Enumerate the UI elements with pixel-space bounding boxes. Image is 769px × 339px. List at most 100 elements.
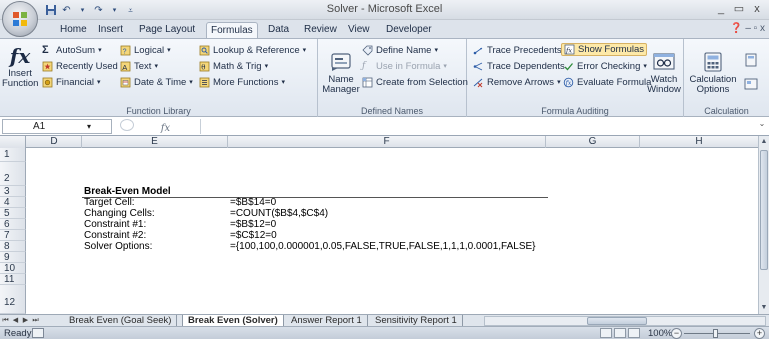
- name-box[interactable]: A1 ▾: [2, 119, 112, 134]
- autosum-label: AutoSum: [56, 45, 96, 56]
- horizontal-scrollbar[interactable]: [484, 316, 766, 326]
- watch-window-button[interactable]: Watch Window: [645, 51, 683, 95]
- remove-arrows-button[interactable]: Remove Arrows ▾: [473, 76, 561, 89]
- label-cell-changing[interactable]: Changing Cells:: [84, 208, 155, 219]
- label-cell-solver-options[interactable]: Solver Options:: [84, 241, 152, 252]
- error-checking-button[interactable]: Error Checking ▾: [563, 60, 647, 73]
- tab-formulas[interactable]: Formulas: [206, 22, 258, 38]
- chevron-down-icon: ▾: [167, 47, 171, 54]
- vertical-scrollbar[interactable]: ▲ ▼: [758, 136, 769, 314]
- logical-button[interactable]: ? Logical ▾: [120, 44, 171, 57]
- row-header-12[interactable]: 12: [0, 285, 26, 314]
- row-header-3[interactable]: 3: [0, 186, 26, 197]
- worksheet-grid[interactable]: D E F G H 1 2 3 4 5 6 7 8 9 10 11 12 Bre…: [0, 136, 758, 314]
- column-header-h[interactable]: H: [640, 136, 758, 148]
- name-manager-button[interactable]: Name Manager: [322, 51, 360, 95]
- trace-precedents-button[interactable]: Trace Precedents: [473, 44, 562, 57]
- row-header-8[interactable]: 8: [0, 241, 26, 252]
- model-title-cell[interactable]: Break-Even Model: [84, 186, 171, 197]
- close-button[interactable]: x: [748, 2, 766, 16]
- maximize-button[interactable]: ▭: [730, 2, 748, 16]
- tab-view[interactable]: View: [344, 22, 374, 38]
- calculation-options-button[interactable]: Calculation Options: [688, 51, 738, 95]
- use-in-formula-label: Use in Formula: [376, 61, 441, 72]
- row-header-5[interactable]: 5: [0, 208, 26, 219]
- zoom-slider-thumb[interactable]: [713, 329, 718, 338]
- tab-developer[interactable]: Developer: [382, 22, 436, 38]
- math-trig-button[interactable]: θ Math & Trig ▾: [199, 60, 268, 73]
- tab-home[interactable]: Home: [56, 22, 91, 38]
- define-name-button[interactable]: Define Name ▾: [362, 44, 438, 57]
- lookup-reference-button[interactable]: Lookup & Reference ▾: [199, 44, 306, 57]
- formula-cell-constraint-2[interactable]: =$C$12=0: [230, 230, 277, 241]
- page-break-preview-icon[interactable]: [628, 328, 640, 338]
- page-layout-view-icon[interactable]: [614, 328, 626, 338]
- date-time-button[interactable]: Date & Time ▾: [120, 76, 193, 89]
- zoom-in-button[interactable]: +: [754, 328, 765, 339]
- recently-used-button[interactable]: Recently Used ▾: [42, 60, 124, 73]
- tab-review[interactable]: Review: [300, 22, 341, 38]
- horizontal-scroll-thumb[interactable]: [587, 317, 647, 325]
- create-from-selection-label: Create from Selection: [376, 77, 468, 88]
- use-in-formula-button[interactable]: ƒ Use in Formula ▾: [362, 60, 447, 73]
- formula-cell-target[interactable]: =$B$14=0: [230, 197, 276, 208]
- office-button[interactable]: [2, 1, 38, 37]
- formula-auditing-group-label: Formula Auditing: [541, 106, 609, 116]
- zoom-level[interactable]: 100%: [648, 327, 672, 339]
- tab-page-layout[interactable]: Page Layout: [135, 22, 199, 38]
- tab-insert[interactable]: Insert: [94, 22, 127, 38]
- zoom-out-button[interactable]: −: [671, 328, 682, 339]
- show-formulas-button[interactable]: fx Show Formulas: [561, 43, 647, 56]
- formula-cell-changing[interactable]: =COUNT($B$4,$C$4): [230, 208, 328, 219]
- row-header-7[interactable]: 7: [0, 230, 26, 241]
- formula-cancel-icon[interactable]: [120, 119, 134, 131]
- minimize-button[interactable]: _: [712, 2, 730, 16]
- row-header-1[interactable]: 1: [0, 148, 26, 162]
- formula-input[interactable]: [200, 119, 756, 134]
- autosum-button[interactable]: Σ AutoSum ▾: [42, 44, 102, 57]
- ribbon-tab-strip: Home Insert Page Layout Formulas Data Re…: [0, 20, 769, 38]
- ribbon-minimize-button[interactable]: –: [745, 23, 753, 34]
- lookup-reference-label: Lookup & Reference: [213, 45, 300, 56]
- calculate-sheet-icon[interactable]: [744, 77, 758, 91]
- row-header-6[interactable]: 6: [0, 219, 26, 230]
- normal-view-icon[interactable]: [600, 328, 612, 338]
- row-header-9[interactable]: 9: [0, 252, 26, 263]
- insert-function-button[interactable]: fx Insert Function: [2, 45, 38, 89]
- more-functions-button[interactable]: More Functions ▾: [199, 76, 285, 89]
- row-header-10[interactable]: 10: [0, 263, 26, 274]
- label-cell-constraint-1[interactable]: Constraint #1:: [84, 219, 146, 230]
- chevron-down-icon[interactable]: ▾: [87, 120, 91, 133]
- row-header-2[interactable]: 2: [0, 162, 26, 186]
- column-header-g[interactable]: G: [546, 136, 640, 148]
- help-icon[interactable]: ❓: [730, 23, 742, 34]
- tab-data[interactable]: Data: [264, 22, 293, 38]
- financial-book-icon: [42, 77, 53, 88]
- workbook-close-button[interactable]: x: [760, 23, 765, 34]
- column-header-d[interactable]: D: [27, 136, 82, 148]
- text-functions-button[interactable]: A Text ▾: [120, 60, 158, 73]
- scroll-down-icon[interactable]: ▼: [759, 302, 769, 313]
- formula-bar-expand-icon[interactable]: ⌄: [757, 119, 767, 134]
- ribbon-restore-button[interactable]: ▫: [754, 23, 758, 34]
- select-all-corner[interactable]: [0, 136, 26, 148]
- evaluate-formula-button[interactable]: fx Evaluate Formula: [563, 76, 651, 89]
- column-header-e[interactable]: E: [82, 136, 228, 148]
- formula-cell-constraint-1[interactable]: =$B$12=0: [230, 219, 276, 230]
- trace-dependents-button[interactable]: Trace Dependents: [473, 60, 565, 73]
- formula-cell-solver-options[interactable]: ={100,100,0.000001,0.05,FALSE,TRUE,FALSE…: [230, 241, 536, 252]
- column-header-f[interactable]: F: [228, 136, 546, 148]
- label-cell-constraint-2[interactable]: Constraint #2:: [84, 230, 146, 241]
- scroll-up-icon[interactable]: ▲: [759, 136, 769, 147]
- create-from-selection-button[interactable]: Create from Selection: [362, 76, 468, 89]
- row-header-11[interactable]: 11: [0, 274, 26, 285]
- macro-record-icon[interactable]: [32, 328, 44, 338]
- chevron-down-icon: ▾: [302, 47, 307, 54]
- row-header-4[interactable]: 4: [0, 197, 26, 208]
- trace-dependents-label: Trace Dependents: [487, 61, 565, 72]
- calculate-now-icon[interactable]: [744, 53, 758, 67]
- insert-function-fx-icon[interactable]: fx: [161, 123, 170, 134]
- financial-button[interactable]: Financial ▾: [42, 76, 101, 89]
- label-cell-target[interactable]: Target Cell:: [84, 197, 135, 208]
- vertical-scroll-thumb[interactable]: [760, 150, 768, 270]
